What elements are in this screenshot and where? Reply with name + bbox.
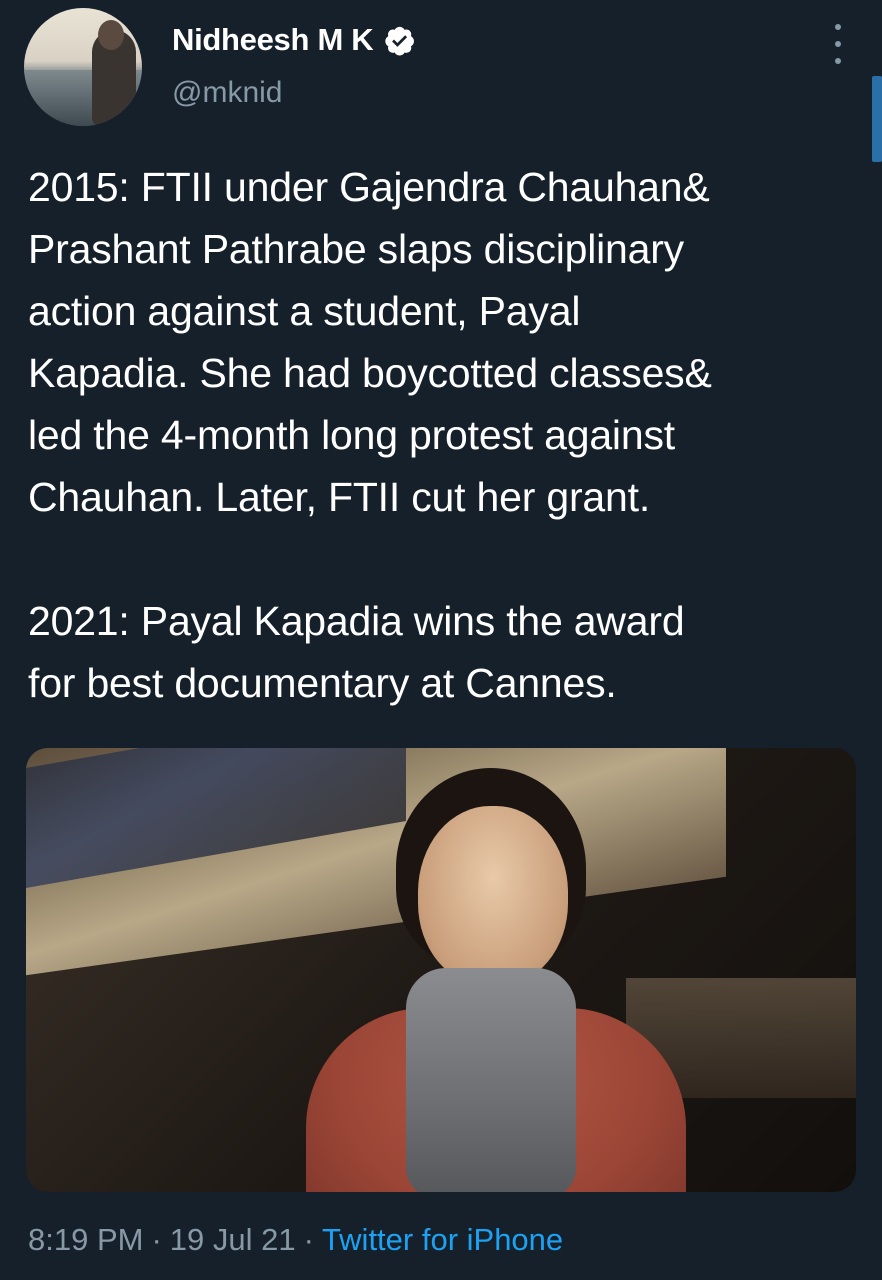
tweet-text: 2015: FTII under Gajendra Chauhan& Prash… xyxy=(28,164,712,706)
author-name[interactable]: Nidheesh M K xyxy=(172,22,374,58)
tweet-meta: 8:19 PM · 19 Jul 21 · Twitter for iPhone xyxy=(28,1222,563,1258)
tweet-photo[interactable] xyxy=(26,748,856,1192)
author-name-row[interactable]: Nidheesh M K xyxy=(172,22,416,58)
avatar-head xyxy=(98,20,124,50)
tweet-date: 19 Jul 21 xyxy=(169,1222,296,1257)
tweet-source-link[interactable]: Twitter for iPhone xyxy=(322,1222,563,1258)
tweet-detail: Nidheesh M K @mknid 2015: FTII under Gaj… xyxy=(0,0,882,1280)
photo-subject-scarf xyxy=(406,968,576,1192)
more-vertical-icon[interactable] xyxy=(826,24,850,64)
photo-subject-face xyxy=(418,806,568,986)
avatar[interactable] xyxy=(24,8,142,126)
more-dot xyxy=(835,24,841,30)
meta-separator: · xyxy=(303,1222,314,1257)
scrollbar[interactable] xyxy=(872,76,882,162)
meta-separator: · xyxy=(151,1222,162,1257)
author-handle[interactable]: @mknid xyxy=(172,76,282,110)
more-dot xyxy=(835,58,841,64)
tweet-time: 8:19 PM xyxy=(28,1222,144,1257)
verified-badge-icon xyxy=(383,24,416,57)
more-dot xyxy=(835,41,841,47)
